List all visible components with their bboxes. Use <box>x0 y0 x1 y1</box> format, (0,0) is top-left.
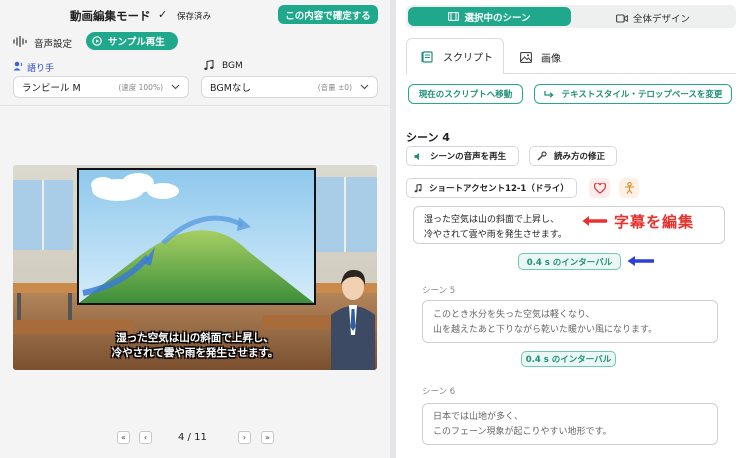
first-page-button[interactable]: « <box>117 431 130 444</box>
bgm-select[interactable]: BGMなし (音量 ±0) <box>201 76 378 98</box>
play-scene-audio-label: シーンの音声を再生 <box>430 152 507 162</box>
section-divider <box>0 105 390 106</box>
saved-check-icon: ✓ <box>158 8 168 21</box>
scene4-title: シーン 4 <box>406 131 450 144</box>
blue-arrow-icon <box>627 255 655 267</box>
fix-reading-label: 読み方の修正 <box>554 152 606 162</box>
go-to-current-script-button[interactable]: 現在のスクリプトへ移動 <box>408 84 523 104</box>
bgm-value: BGMなし <box>210 83 251 94</box>
editor-left-panel: 動画編集モード ✓ 保存済み この内容で確定する 音声設定 サンプル再生 語り手… <box>0 0 390 458</box>
bgm-label: BGM <box>222 61 243 71</box>
prev-page-button[interactable]: ‹ <box>139 431 152 444</box>
film-icon <box>448 12 460 21</box>
change-text-style-label: テキストスタイル・テロップベースを変更 <box>561 90 723 100</box>
mode-title: 動画編集モード <box>70 9 151 23</box>
video-preview[interactable]: 湿った空気は山の斜面で上昇し、 冷やされて雲や雨を発生させます。 <box>13 165 377 370</box>
video-subtitle-line1: 湿った空気は山の斜面で上昇し、 <box>116 332 274 344</box>
audio-settings-label: 音声設定 <box>34 39 73 50</box>
video-subtitle-line2: 冷やされて雲や雨を発生させます。 <box>111 347 279 359</box>
accent-select[interactable]: ショートアクセント12-1（ドライ） <box>406 178 577 198</box>
volume-icon <box>414 152 423 161</box>
saved-status: 保存済み <box>177 12 212 22</box>
tab-overall-design[interactable]: 全体デザイン <box>616 11 690 25</box>
narrator-speed: (速度 100%) <box>118 82 163 92</box>
narrator-label: 語り手 <box>27 64 55 74</box>
tab-selected-scene-label: 選択中のシーン <box>464 12 531 24</box>
narrator-value: ランビール M <box>22 83 81 94</box>
play-scene-audio-button[interactable]: シーンの音声を再生 <box>406 146 519 166</box>
scene5-text-line2: 山を越えたあと下りながら乾いた暖かい風になります。 <box>433 325 658 335</box>
scene6-text-line2: このフェーン現象が起こりやすい地形です。 <box>433 427 612 437</box>
image-icon <box>520 52 532 63</box>
subtab-script-label: スクリプト <box>443 53 493 64</box>
scene5-title: シーン 5 <box>422 286 456 296</box>
scene6-title: シーン 6 <box>422 387 456 397</box>
fix-reading-button[interactable]: 読み方の修正 <box>529 146 617 166</box>
last-page-button[interactable]: » <box>261 431 274 444</box>
scene6-text-line1: 日本では山地が多く、 <box>433 412 524 422</box>
scene5-interval-tag[interactable]: 0.4 s のインターバル <box>521 351 616 367</box>
music-note-icon <box>203 59 214 71</box>
subtab-script[interactable]: スクリプト <box>406 38 504 74</box>
tab-overall-design-label: 全体デザイン <box>633 14 691 25</box>
page-indicator: 4 / 11 <box>178 432 207 443</box>
bgm-volume: (音量 ±0) <box>317 82 352 92</box>
sample-play-label: サンプル再生 <box>108 37 165 48</box>
sample-play-button[interactable]: サンプル再生 <box>86 32 178 50</box>
red-arrow-icon <box>582 215 608 227</box>
scene6-script-textbox[interactable]: 日本では山地が多く、 このフェーン現象が起こりやすい地形です。 <box>422 403 718 445</box>
editor-right-panel: 選択中のシーン 全体デザイン スクリプト 画像 現在のスクリプトへ移動 テキスト… <box>396 0 740 458</box>
scene5-script-textbox[interactable]: このとき水分を失った空気は軽くなり、 山を越えたあと下りながら乾いた暖かい風にな… <box>422 300 718 343</box>
subtab-underline <box>504 73 736 74</box>
edit-subtitle-annotation: 字幕を編集 <box>614 213 695 231</box>
redirect-arrow-icon <box>543 90 554 99</box>
video-subtitle: 湿った空気は山の斜面で上昇し、 冷やされて雲や雨を発生させます。 <box>13 331 377 361</box>
play-circle-icon <box>92 36 102 46</box>
subtab-image[interactable]: 画像 <box>520 50 561 65</box>
tab-selected-scene[interactable]: 選択中のシーン <box>408 7 571 26</box>
video-camera-icon <box>616 13 628 23</box>
speaker-person-icon <box>13 61 24 71</box>
script-icon <box>421 50 433 63</box>
next-page-button[interactable]: › <box>238 431 251 444</box>
chevron-down-icon <box>171 82 180 93</box>
narrator-select[interactable]: ランビール M (速度 100%) <box>13 76 189 98</box>
chevron-down-icon <box>360 82 369 93</box>
wrench-icon <box>537 151 547 161</box>
confirm-button[interactable]: この内容で確定する <box>278 5 378 24</box>
accent-label: ショートアクセント12-1（ドライ） <box>429 184 569 194</box>
scene4-interval-tag[interactable]: 0.4 s のインターバル <box>518 253 621 270</box>
scene5-text-line1: このとき水分を失った空気は軽くなり、 <box>433 310 595 320</box>
music-note-icon <box>414 183 422 193</box>
heart-icon[interactable] <box>589 178 610 198</box>
change-text-style-button[interactable]: テキストスタイル・テロップベースを変更 <box>534 84 732 104</box>
person-icon[interactable] <box>619 178 639 198</box>
waveform-icon <box>13 35 27 48</box>
subtab-image-label: 画像 <box>541 54 561 65</box>
